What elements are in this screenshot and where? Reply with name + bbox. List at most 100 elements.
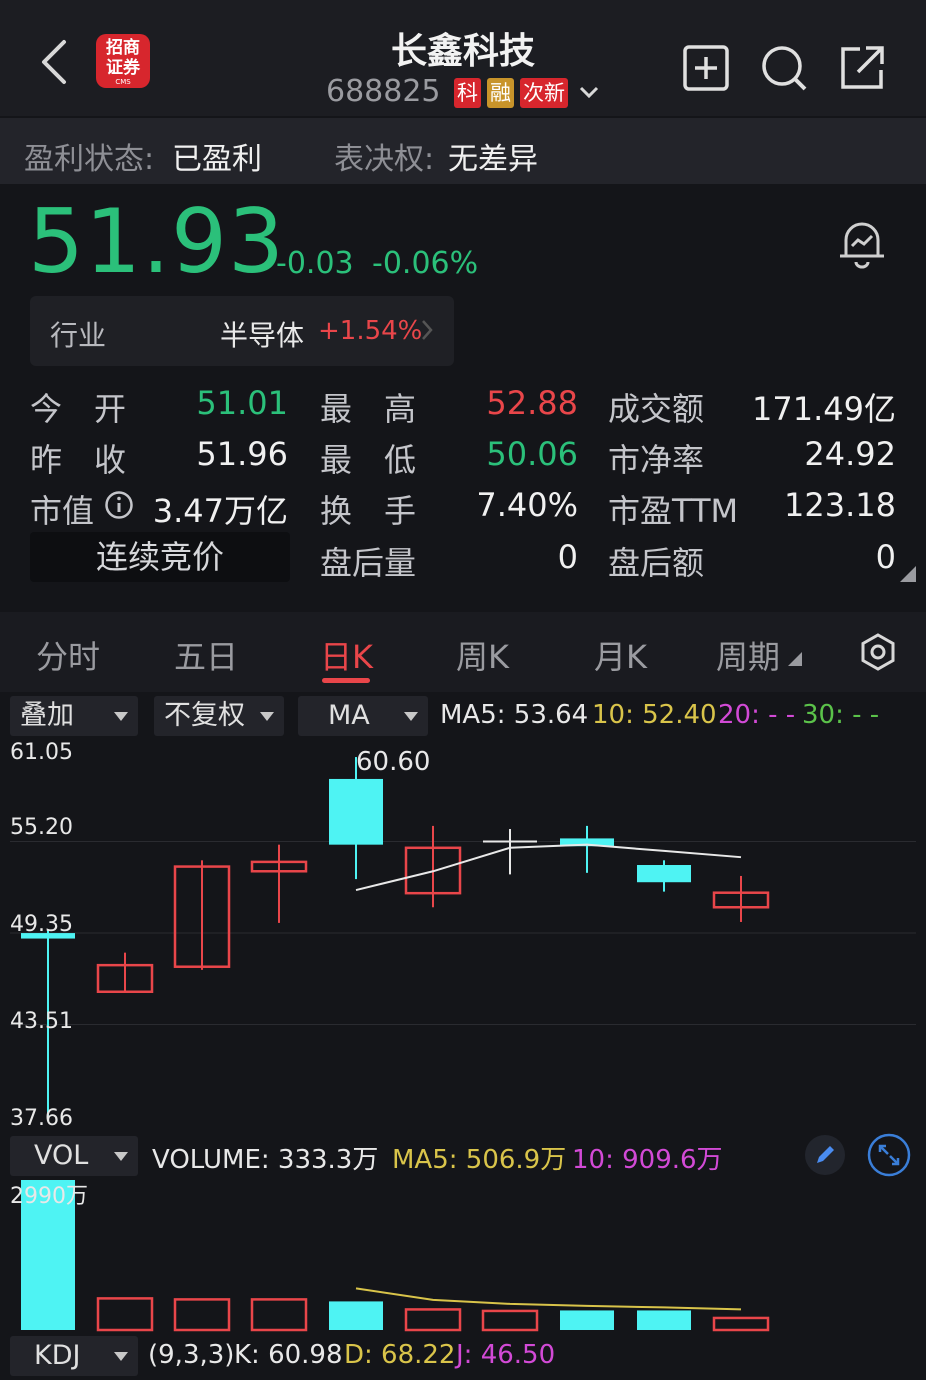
after-hours-amount-label: 盘后额	[608, 544, 705, 582]
volume-bar-7	[560, 1310, 614, 1330]
y-tick-2: 55.20	[10, 815, 73, 840]
tag-margin: 融	[487, 78, 514, 108]
volume-bar-9	[712, 1316, 770, 1332]
pe-ttm-label: 市盈TTM	[608, 492, 739, 530]
tab-intraday[interactable]: 分时	[36, 632, 100, 678]
voting-right-label: 表决权:	[334, 142, 435, 177]
y-tick-4: 43.51	[10, 1009, 73, 1034]
back-icon[interactable]	[36, 38, 72, 86]
volume-bar-8	[637, 1310, 691, 1330]
adjust-select-label: 不复权	[164, 700, 245, 731]
y-tick-3: 49.35	[10, 912, 73, 937]
vol-axis-max: 2990万	[10, 1184, 88, 1209]
chevron-down-icon	[114, 1152, 128, 1161]
after-hours-volume-label: 盘后量	[320, 544, 417, 582]
chevron-down-icon	[260, 712, 274, 721]
kdj-select-label: KDJ	[34, 1340, 81, 1371]
kdj-params: (9,3,3)	[148, 1340, 235, 1370]
chevron-down-icon	[114, 1352, 128, 1361]
kdj-j-value: J: 46.50	[456, 1340, 556, 1370]
chevron-down-icon[interactable]	[578, 82, 600, 102]
low-value: 50.06	[486, 435, 578, 473]
price-alert-icon[interactable]	[836, 216, 888, 270]
last-price: 51.93	[28, 190, 285, 293]
voting-right-value: 无差异	[448, 142, 538, 177]
kdj-select[interactable]: KDJ	[10, 1336, 138, 1376]
kdj-k-value: K: 60.98	[234, 1340, 343, 1370]
candlestick-chart[interactable]: 60.60	[0, 738, 926, 1138]
industry-change: +1.54%	[318, 316, 423, 346]
prev-close-value: 51.96	[196, 435, 288, 473]
turnover-amount-value: 171.49亿	[752, 390, 896, 428]
low-label: 最 低	[320, 441, 417, 479]
after-hours-volume-value: 0	[557, 538, 578, 576]
industry-name: 半导体	[220, 319, 305, 352]
settings-icon[interactable]	[858, 632, 898, 672]
turnover-amount-label: 成交额	[608, 390, 705, 428]
volume-bar-2	[173, 1298, 231, 1332]
volume-chart[interactable]	[0, 1170, 926, 1336]
volume-bar-5	[404, 1308, 462, 1332]
chart-grid	[10, 841, 916, 1025]
info-icon[interactable]	[104, 490, 134, 520]
ma30-value: 30: - -	[802, 700, 880, 730]
search-icon[interactable]	[760, 44, 808, 92]
profit-status-label: 盈利状态:	[24, 142, 155, 177]
ma5-value: MA5: 53.64	[440, 700, 589, 730]
tag-new: 次新	[520, 78, 568, 108]
broker-logo: 招商 证券 CMS	[96, 34, 150, 88]
chevron-down-icon	[404, 712, 418, 721]
candle-body-4	[329, 778, 383, 845]
expand-corner-icon[interactable]	[900, 566, 916, 582]
pe-ttm-value: 123.18	[784, 486, 896, 524]
price-change-pct: -0.06%	[372, 246, 479, 281]
industry-label: 行业	[50, 319, 107, 352]
chevron-down-icon	[114, 712, 128, 721]
market-cap-value: 3.47万亿	[152, 492, 288, 530]
tab-five-day[interactable]: 五日	[174, 632, 238, 678]
period-dropdown-icon	[788, 652, 802, 666]
stock-code: 688825	[326, 74, 441, 109]
stock-name: 长鑫科技	[390, 31, 535, 72]
indicator-select-label: MA	[328, 700, 370, 731]
overlay-select[interactable]: 叠加	[10, 696, 138, 736]
pb-ratio-label: 市净率	[608, 441, 705, 479]
tab-period[interactable]: 周期	[716, 632, 780, 678]
prev-close-label: 昨 收	[30, 441, 127, 479]
tab-weekly-k[interactable]: 周K	[456, 632, 509, 678]
max-price-label: 60.60	[356, 747, 430, 777]
after-hours-amount-value: 0	[875, 538, 896, 576]
auction-status-badge: 连续竞价	[30, 532, 290, 582]
high-label: 最 高	[320, 390, 417, 428]
price-change: -0.03	[276, 246, 354, 281]
candle-body-8	[637, 865, 691, 883]
share-icon[interactable]	[838, 44, 886, 92]
pb-ratio-value: 24.92	[804, 435, 896, 473]
high-value: 52.88	[486, 384, 578, 422]
logo-text-1: 招商	[106, 38, 140, 58]
adjust-select[interactable]: 不复权	[154, 696, 284, 736]
tab-daily-k[interactable]: 日K	[320, 632, 373, 678]
indicator-select[interactable]: MA	[298, 696, 428, 736]
profit-status-value: 已盈利	[172, 142, 262, 177]
volume-bar-4	[329, 1301, 383, 1330]
turnover-rate-label: 换 手	[320, 492, 417, 530]
add-watchlist-icon[interactable]	[682, 44, 730, 92]
market-cap-label: 市值	[30, 492, 95, 530]
volume-bar-1	[96, 1297, 154, 1332]
logo-small-text: CMS	[115, 78, 131, 86]
kdj-d-value: D: 68.22	[344, 1340, 456, 1370]
candles	[21, 757, 770, 1116]
overlay-select-label: 叠加	[20, 700, 74, 731]
logo-text-2: 证券	[106, 58, 140, 78]
y-tick-5: 37.66	[10, 1106, 73, 1131]
turnover-rate-value: 7.40%	[476, 486, 578, 524]
tab-monthly-k[interactable]: 月K	[594, 632, 647, 678]
ma10-value: 10: 52.40	[592, 700, 717, 730]
vol-select-label: VOL	[34, 1140, 89, 1171]
ma20-value: 20: - -	[718, 700, 796, 730]
tag-sci: 科	[454, 78, 481, 108]
volume-ma-line	[355, 1287, 742, 1311]
active-tab-indicator	[322, 678, 370, 683]
y-tick-1: 61.05	[10, 740, 73, 765]
